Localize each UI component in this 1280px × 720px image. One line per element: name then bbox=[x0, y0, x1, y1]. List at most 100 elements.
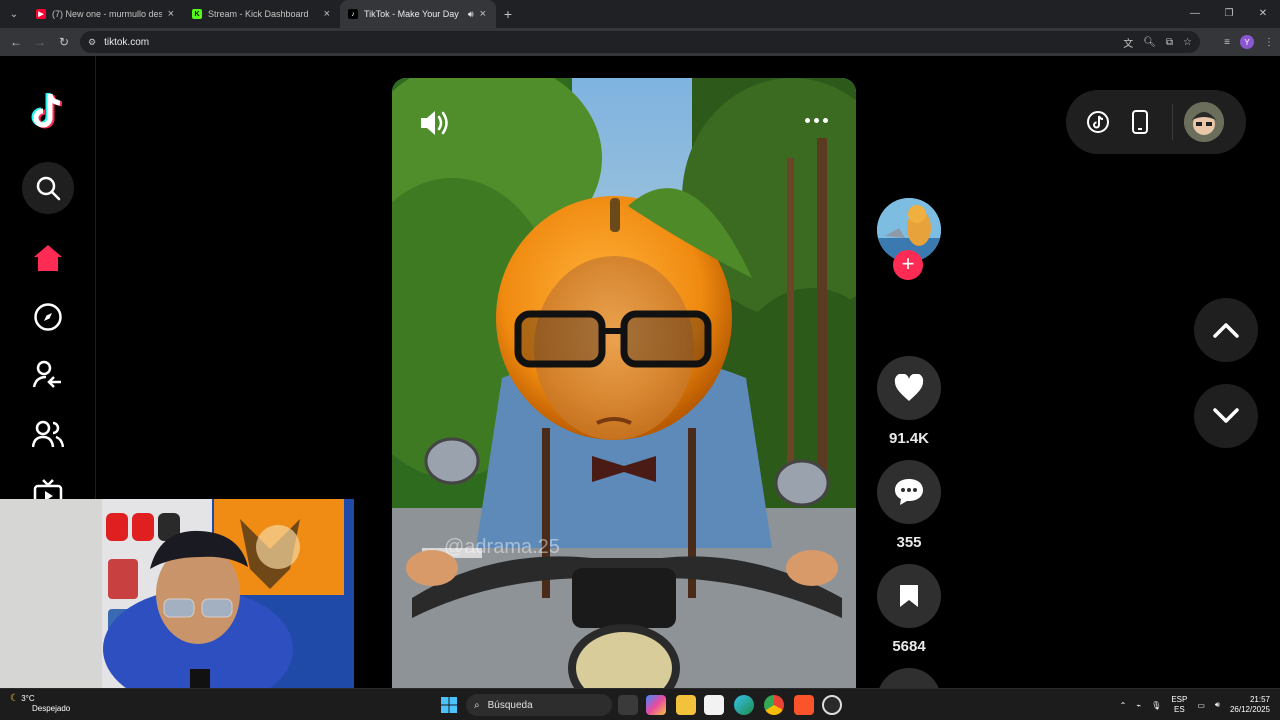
close-window-button[interactable]: ✕ bbox=[1246, 0, 1280, 28]
kick-icon: K bbox=[192, 9, 202, 19]
window-controls: — ❐ ✕ bbox=[1178, 0, 1280, 28]
obs-icon[interactable] bbox=[822, 695, 842, 715]
like-button[interactable] bbox=[877, 356, 941, 420]
chevron-up-icon bbox=[1213, 323, 1239, 338]
next-video-button[interactable] bbox=[1194, 384, 1258, 448]
menu-icon[interactable]: ⋮ bbox=[1264, 37, 1274, 48]
follow-button[interactable]: + bbox=[893, 250, 923, 280]
close-icon[interactable]: × bbox=[168, 8, 174, 20]
edge-icon[interactable] bbox=[734, 695, 754, 715]
copilot-icon[interactable] bbox=[646, 695, 666, 715]
previous-video-button[interactable] bbox=[1194, 298, 1258, 362]
browser-toolbar: ← → ↻ ⚙ tiktok.com 文 🔍︎ ⧉ ☆ ≡ Y ⋮ bbox=[0, 28, 1280, 56]
site-info-icon[interactable]: ⚙ bbox=[88, 37, 96, 48]
friends-icon bbox=[32, 420, 64, 448]
tab-kick[interactable]: K Stream - Kick Dashboard × bbox=[184, 0, 340, 28]
forward-button[interactable]: → bbox=[28, 35, 52, 49]
brave-icon[interactable] bbox=[794, 695, 814, 715]
tiktok-logo[interactable] bbox=[28, 90, 68, 132]
tab-search-dropdown[interactable]: ⌄ bbox=[0, 0, 28, 28]
back-button[interactable]: ← bbox=[4, 35, 28, 49]
home-icon bbox=[34, 245, 62, 271]
screen: ⌄ ▶ (7) New one - murmullo descu × K Str… bbox=[0, 0, 1280, 720]
keyboard-layout: ES bbox=[1174, 705, 1185, 714]
video-player[interactable]: @adrama.25 bbox=[392, 78, 856, 688]
browser-tab-bar: ⌄ ▶ (7) New one - murmullo descu × K Str… bbox=[0, 0, 1280, 28]
weather-desc: Despejado bbox=[32, 704, 71, 713]
top-right-toolbar bbox=[1066, 90, 1246, 154]
translate-icon[interactable]: 文 bbox=[1123, 35, 1133, 50]
speaker-icon[interactable]: 🔊︎ bbox=[468, 9, 474, 20]
following-icon bbox=[32, 360, 61, 388]
explore-icon bbox=[34, 303, 62, 331]
comment-count: 355 bbox=[896, 534, 922, 551]
reading-list-icon[interactable]: ≡ bbox=[1224, 37, 1230, 48]
chevron-down-icon bbox=[1213, 408, 1239, 423]
moon-icon: ☾ bbox=[10, 693, 19, 704]
taskbar-search[interactable]: ⌕ Búsqueda bbox=[466, 694, 612, 716]
nav-friends[interactable] bbox=[22, 408, 74, 460]
display-icon[interactable]: ▭ bbox=[1197, 701, 1205, 710]
restore-button[interactable]: ❐ bbox=[1212, 0, 1246, 28]
tab-tiktok[interactable]: ♪ TikTok - Make Your Day 🔊︎ × bbox=[340, 0, 496, 28]
webcam-overlay bbox=[0, 499, 354, 697]
comment-button[interactable] bbox=[877, 460, 941, 524]
system-tray: ⌃ ⌁ 🎙︎ ESP ES ▭ 🔊︎ 21:57 26/12/2025 bbox=[1120, 689, 1270, 720]
nav-home[interactable] bbox=[22, 232, 74, 284]
new-tab-button[interactable]: + bbox=[496, 6, 520, 22]
clock-date: 26/12/2025 bbox=[1229, 705, 1270, 714]
reload-button[interactable]: ↻ bbox=[52, 35, 76, 49]
youtube-icon: ▶ bbox=[36, 9, 46, 19]
tiktok-icon: ♪ bbox=[348, 9, 358, 19]
tiktok-circle-icon bbox=[1087, 111, 1109, 133]
cast-icon[interactable]: ⧉ bbox=[1166, 37, 1173, 48]
microphone-icon[interactable]: 🎙︎ bbox=[1151, 701, 1161, 710]
video-watermark: @adrama.25 bbox=[444, 536, 560, 558]
more-options-icon[interactable] bbox=[805, 118, 828, 123]
search-icon: ⌕ bbox=[474, 699, 480, 711]
search-button[interactable] bbox=[22, 162, 74, 214]
windows-icon bbox=[441, 697, 457, 713]
volume-icon[interactable]: 🔊︎ bbox=[1215, 700, 1220, 710]
language-indicator[interactable]: ESP ES bbox=[1171, 695, 1187, 715]
network-icon[interactable]: ⌁ bbox=[1136, 701, 1141, 710]
get-app-button[interactable] bbox=[1130, 110, 1150, 139]
close-icon[interactable]: × bbox=[480, 8, 486, 20]
toolbar-divider bbox=[1172, 104, 1173, 140]
close-icon[interactable]: × bbox=[324, 8, 330, 20]
zoom-icon[interactable]: 🔍︎ bbox=[1143, 37, 1156, 48]
file-explorer-icon[interactable] bbox=[676, 695, 696, 715]
nav-explore[interactable] bbox=[22, 291, 74, 343]
lang-code: ESP bbox=[1171, 695, 1188, 704]
volume-button[interactable] bbox=[418, 108, 450, 138]
save-button[interactable] bbox=[877, 564, 941, 628]
chevron-up-icon[interactable]: ⌃ bbox=[1120, 701, 1127, 710]
tab-title: TikTok - Make Your Day bbox=[364, 9, 459, 19]
user-avatar[interactable] bbox=[1184, 102, 1224, 142]
start-button[interactable] bbox=[441, 697, 457, 718]
search-icon bbox=[36, 176, 61, 201]
clock-time: 21:57 bbox=[1249, 695, 1270, 704]
address-bar[interactable]: ⚙ tiktok.com 文 🔍︎ ⧉ ☆ bbox=[80, 31, 1200, 53]
speaker-icon bbox=[421, 111, 448, 135]
comment-icon bbox=[895, 479, 923, 505]
bookmark-star-icon[interactable]: ☆ bbox=[1183, 37, 1192, 48]
windows-taskbar: ☾ 3°C Despejado ⌕ Búsqueda ⌃ ⌁ 🎙︎ ESP ES… bbox=[0, 688, 1280, 720]
video-frame bbox=[392, 78, 856, 688]
chrome-icon[interactable] bbox=[764, 695, 784, 715]
url-text: tiktok.com bbox=[104, 36, 150, 48]
profile-avatar[interactable]: Y bbox=[1240, 35, 1254, 49]
store-icon[interactable] bbox=[704, 695, 724, 715]
like-count: 91.4K bbox=[888, 430, 930, 447]
minimize-button[interactable]: — bbox=[1178, 0, 1212, 28]
tab-title: (7) New one - murmullo descu bbox=[52, 9, 162, 19]
task-view-icon[interactable] bbox=[618, 695, 638, 715]
get-coins-button[interactable] bbox=[1086, 110, 1110, 139]
weather-widget[interactable]: ☾ 3°C Despejado bbox=[10, 693, 70, 713]
tab-title: Stream - Kick Dashboard bbox=[208, 9, 309, 19]
phone-icon bbox=[1132, 110, 1148, 134]
tab-youtube[interactable]: ▶ (7) New one - murmullo descu × bbox=[28, 0, 184, 28]
clock[interactable]: 21:57 26/12/2025 bbox=[1230, 695, 1270, 715]
nav-following[interactable] bbox=[22, 349, 74, 401]
bookmark-icon bbox=[900, 585, 918, 607]
